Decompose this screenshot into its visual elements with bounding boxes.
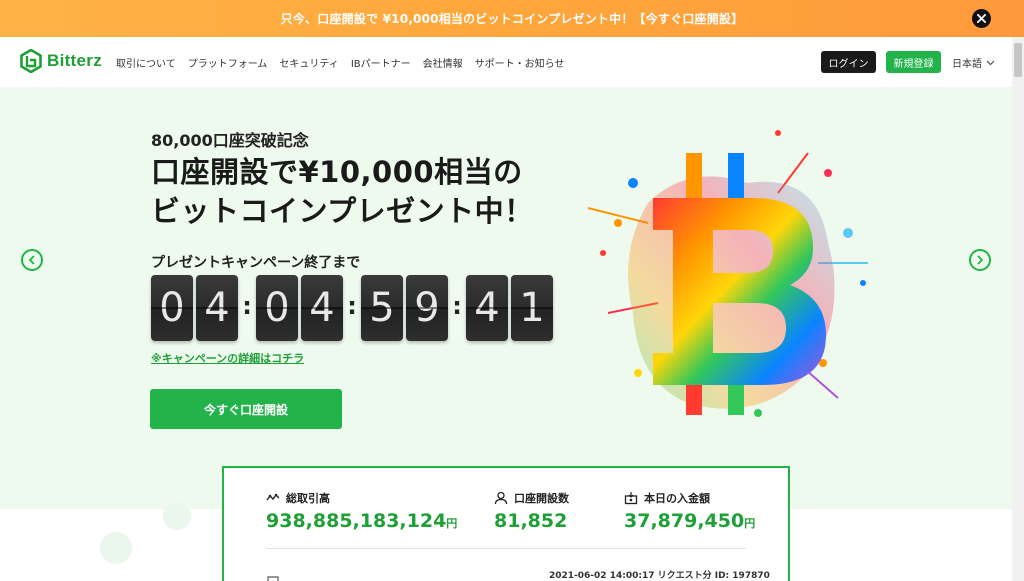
hero-title-line2: ビットコインプレゼント中！ [151, 194, 534, 228]
chart-line-icon [266, 493, 280, 501]
countdown-separator: : [452, 292, 462, 320]
countdown-digit: 5 [361, 275, 403, 341]
stats-timestamp: 2021-06-02 14:00:17 リクエスト分 ID: 197870 [549, 571, 770, 581]
nav-item-company[interactable]: 会社情報 [423, 55, 463, 70]
stat-label: 総取引高 [286, 492, 330, 505]
nav-item-platform[interactable]: プラットフォーム [188, 55, 268, 70]
hero-section: 80,000口座突破記念 口座開設で¥10,000相当の ビットコインプレゼント… [0, 87, 1012, 509]
countdown-digit: 0 [151, 275, 193, 341]
chevron-left-icon [28, 255, 35, 265]
bitcoin-splash-illustration [587, 130, 868, 417]
logo-mark-icon [20, 49, 42, 73]
stat-label: 口座開設数 [514, 492, 569, 505]
countdown-digit: 0 [256, 275, 298, 341]
document-icon [267, 576, 279, 581]
promo-banner[interactable]: 只今、口座開設で ¥10,000相当のビットコインプレゼント中！【今すぐ口座開設… [0, 0, 1024, 37]
decorative-bubble [100, 532, 132, 564]
stat-accounts-opened: 口座開設数 81,852 [494, 490, 569, 532]
nav-item-trading[interactable]: 取引について [116, 55, 176, 70]
countdown-digit: 9 [406, 275, 448, 341]
logo-text: Bitterz [47, 51, 102, 70]
stat-value-wrapper: 37,879,450円 [624, 510, 755, 532]
chevron-down-icon [986, 60, 995, 65]
carousel-prev-button[interactable] [21, 249, 43, 271]
scrollbar-thumb[interactable] [1014, 43, 1022, 77]
main-nav: 取引について プラットフォーム セキュリティ IBパートナー 会社情報 サポート… [116, 55, 564, 70]
user-icon [494, 491, 508, 505]
carousel-next-button[interactable] [969, 249, 991, 271]
hero-title-line1: 口座開設で¥10,000相当の [151, 155, 523, 189]
nav-item-ib-partner[interactable]: IBパートナー [351, 55, 411, 70]
deposit-icon [624, 492, 638, 505]
stat-total-volume: 総取引高 938,885,183,124円 [266, 490, 457, 532]
stat-label: 本日の入金額 [644, 492, 710, 505]
stat-value-wrapper: 81,852 [494, 510, 569, 532]
countdown-digit: 4 [196, 275, 238, 341]
site-header: Bitterz 取引について プラットフォーム セキュリティ IBパートナー 会… [0, 37, 1012, 87]
countdown-timer: 0 4 : 0 4 : 5 9 : 4 1 [151, 275, 556, 341]
countdown-separator: : [347, 292, 357, 320]
page-scrollbar[interactable] [1012, 37, 1024, 581]
campaign-details-link[interactable]: ※キャンペーンの詳細はコチラ [151, 350, 304, 366]
chevron-right-icon [977, 255, 984, 265]
close-icon[interactable] [972, 9, 991, 28]
stat-unit: 円 [744, 517, 756, 530]
stat-value-wrapper: 938,885,183,124円 [266, 510, 457, 532]
stats-divider [266, 548, 746, 549]
language-label: 日本語 [952, 59, 982, 70]
logo[interactable]: Bitterz [20, 49, 102, 73]
hero-title: 口座開設で¥10,000相当の ビットコインプレゼント中！ [151, 153, 534, 231]
stats-card: 総取引高 938,885,183,124円 口座開設数 81,852 本日の入金… [222, 466, 790, 581]
countdown-digit: 1 [511, 275, 553, 341]
stat-value: 81,852 [494, 510, 568, 532]
open-account-button[interactable]: 今すぐ口座開設 [150, 389, 342, 429]
countdown-separator: : [242, 292, 252, 320]
promo-text[interactable]: 只今、口座開設で ¥10,000相当のビットコインプレゼント中！【今すぐ口座開設… [281, 10, 744, 27]
hero-subtitle: 80,000口座突破記念 [151, 131, 309, 150]
nav-item-security[interactable]: セキュリティ [279, 55, 338, 70]
nav-item-support[interactable]: サポート・お知らせ [475, 55, 565, 70]
countdown-label: プレゼントキャンペーン終了まで [151, 255, 361, 271]
decorative-bubble [163, 502, 191, 530]
stat-today-deposit: 本日の入金額 37,879,450円 [624, 490, 755, 532]
countdown-digit: 4 [301, 275, 343, 341]
stat-value: 37,879,450 [624, 510, 745, 532]
language-selector[interactable]: 日本語 [952, 55, 995, 70]
register-button[interactable]: 新規登録 [886, 51, 941, 73]
stat-unit: 円 [446, 517, 458, 530]
login-button[interactable]: ログイン [821, 51, 876, 73]
stat-value: 938,885,183,124 [266, 510, 447, 532]
countdown-digit: 4 [466, 275, 508, 341]
